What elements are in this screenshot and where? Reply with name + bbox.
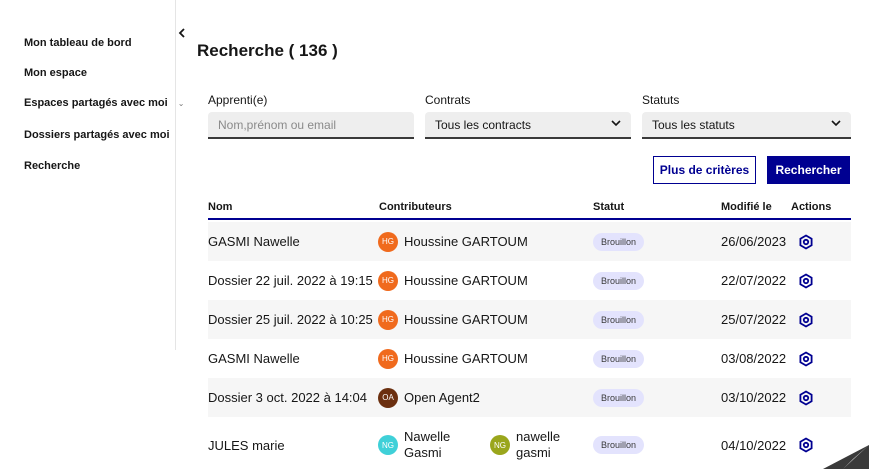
status-badge: Brouillon xyxy=(593,232,645,251)
contributor-name: nawelle gasmi xyxy=(516,429,561,460)
row-nom: GASMI Nawelle xyxy=(208,234,300,249)
status-badge: Brouillon xyxy=(593,388,645,407)
row-modifie: 26/06/2023 xyxy=(721,234,787,249)
contributor-name: Houssine GARTOUM xyxy=(404,351,528,366)
statuts-label: Statuts xyxy=(642,93,680,107)
gear-icon[interactable] xyxy=(798,350,814,367)
contributor-name: Houssine GARTOUM xyxy=(404,234,528,249)
sidebar-item-my-space[interactable]: Mon espace xyxy=(24,67,87,79)
contrats-selected-value: Tous les contracts xyxy=(435,117,532,132)
table-row[interactable]: Dossier 25 juil. 2022 à 10:25 HG Houssin… xyxy=(208,300,851,339)
row-nom: JULES marie xyxy=(208,437,285,453)
row-modifie: 22/07/2022 xyxy=(721,273,787,288)
main-content: Recherche ( 136 ) Apprenti(e) Contrats T… xyxy=(197,0,869,469)
row-nom: Dossier 22 juil. 2022 à 19:15 xyxy=(208,273,373,288)
table-row[interactable]: JULES marie NG Nawelle Gasmi NG nawelle … xyxy=(208,421,851,469)
gear-icon[interactable] xyxy=(798,437,814,453)
gear-icon[interactable] xyxy=(798,272,814,289)
more-criteria-button[interactable]: Plus de critères xyxy=(653,156,756,184)
gear-icon[interactable] xyxy=(798,389,814,406)
contributor-name: Nawelle Gasmi xyxy=(404,429,451,460)
table-row[interactable]: GASMI Nawelle HG Houssine GARTOUM Brouil… xyxy=(208,339,851,378)
column-header-modifie: Modifié le xyxy=(721,201,772,213)
row-actions xyxy=(798,339,814,378)
row-statut: Brouillon xyxy=(593,261,645,300)
statuts-selected-value: Tous les statuts xyxy=(652,117,735,132)
contributor-name: Houssine GARTOUM xyxy=(404,312,528,327)
contributor-name: Open Agent2 xyxy=(404,390,480,405)
row-contributors: NG Nawelle Gasmi xyxy=(378,421,464,469)
row-actions xyxy=(798,222,814,261)
row-statut: Brouillon xyxy=(593,378,645,417)
row-contributors: HG Houssine GARTOUM xyxy=(378,300,528,339)
gear-icon[interactable] xyxy=(798,233,814,250)
sidebar-item-search[interactable]: Recherche xyxy=(24,160,80,172)
avatar: HG xyxy=(378,309,398,330)
sidebar-item-dashboard[interactable]: Mon tableau de bord xyxy=(24,37,132,49)
row-nom: Dossier 25 juil. 2022 à 10:25 xyxy=(208,312,373,327)
row-actions xyxy=(798,300,814,339)
apprenti-search-input[interactable] xyxy=(218,117,404,132)
page-title: Recherche ( 136 ) xyxy=(197,41,338,60)
statuts-select[interactable]: Tous les statuts xyxy=(642,112,851,139)
row-contributors: OA Open Agent2 xyxy=(378,378,480,417)
column-header-contributeurs: Contributeurs xyxy=(379,201,452,213)
sidebar: Mon tableau de bord Mon espace Espaces p… xyxy=(0,0,184,350)
apprenti-label: Apprenti(e) xyxy=(208,93,268,107)
search-button[interactable]: Rechercher xyxy=(767,156,850,184)
row-contributors: HG Houssine GARTOUM xyxy=(378,261,528,300)
row-nom: Dossier 3 oct. 2022 à 14:04 xyxy=(208,390,367,405)
chevron-down-icon xyxy=(611,119,621,130)
chevron-down-icon: ⌄ xyxy=(177,98,185,108)
row-actions xyxy=(798,378,814,417)
avatar: OA xyxy=(378,387,398,408)
row-statut: Brouillon xyxy=(593,300,645,339)
status-badge: Brouillon xyxy=(593,436,645,454)
avatar: NG xyxy=(490,435,510,455)
contrats-select[interactable]: Tous les contracts xyxy=(425,112,631,139)
row-modifie: 03/08/2022 xyxy=(721,351,787,366)
row-contributors: HG Houssine GARTOUM xyxy=(378,222,528,261)
table-row[interactable]: Dossier 22 juil. 2022 à 19:15 HG Houssin… xyxy=(208,261,851,300)
row-actions xyxy=(798,261,814,300)
contributor-name: Houssine GARTOUM xyxy=(404,273,528,288)
sidebar-item-shared-spaces[interactable]: Espaces partagés avec moi ⌄ xyxy=(24,97,184,109)
row-statut: Brouillon xyxy=(593,339,645,378)
row-contributors: NG nawelle gasmi xyxy=(490,421,576,469)
status-badge: Brouillon xyxy=(593,271,645,290)
status-badge: Brouillon xyxy=(593,349,645,368)
chevron-down-icon xyxy=(831,119,841,130)
table-row[interactable]: Dossier 3 oct. 2022 à 14:04 OA Open Agen… xyxy=(208,378,851,417)
sidebar-item-shared-folders[interactable]: Dossiers partagés avec moi xyxy=(24,129,170,141)
avatar: HG xyxy=(378,348,398,369)
gear-icon[interactable] xyxy=(798,311,814,328)
status-badge: Brouillon xyxy=(593,310,645,329)
column-header-actions: Actions xyxy=(791,201,832,213)
table-header-divider xyxy=(208,218,851,220)
contrats-label: Contrats xyxy=(425,93,471,107)
avatar: HG xyxy=(378,270,398,291)
row-statut: Brouillon xyxy=(593,421,645,469)
row-modifie: 04/10/2022 xyxy=(721,437,787,453)
page-curl-corner xyxy=(823,445,869,469)
column-header-statut: Statut xyxy=(593,201,625,213)
row-modifie: 25/07/2022 xyxy=(721,312,787,327)
avatar: NG xyxy=(378,435,398,455)
column-header-nom: Nom xyxy=(208,201,233,213)
table-row[interactable]: GASMI Nawelle HG Houssine GARTOUM Brouil… xyxy=(208,222,851,261)
row-modifie: 03/10/2022 xyxy=(721,390,787,405)
apprenti-search-field xyxy=(208,112,414,139)
row-nom: GASMI Nawelle xyxy=(208,351,300,366)
row-contributors: HG Houssine GARTOUM xyxy=(378,339,528,378)
avatar: HG xyxy=(378,231,398,252)
row-actions xyxy=(798,421,814,469)
row-statut: Brouillon xyxy=(593,222,645,261)
chevron-left-icon[interactable] xyxy=(178,26,186,41)
